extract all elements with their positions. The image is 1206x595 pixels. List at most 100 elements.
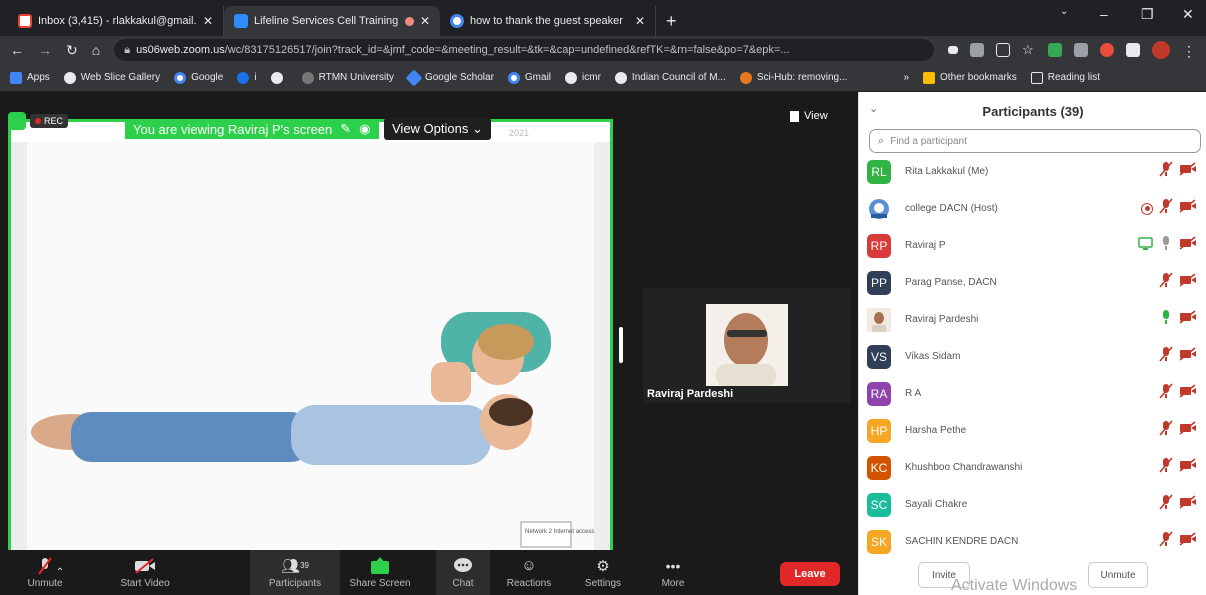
camera-icon[interactable]	[948, 46, 958, 54]
search-icon: ⌕	[878, 134, 885, 147]
meeting-toolbar: Unmute ⌃ Start Video 👥︎ 39 Participants S…	[0, 550, 858, 595]
bookmark-label: Sci-Hub: removing...	[756, 72, 848, 83]
new-tab-button[interactable]: +	[656, 6, 687, 36]
extension-icon[interactable]	[970, 43, 984, 57]
home-icon[interactable]: ⌂	[92, 42, 100, 58]
close-window-button[interactable]: ✕	[1182, 6, 1194, 23]
participant-row[interactable]: PP Parag Panse, DACN	[867, 264, 1201, 301]
extension-icon[interactable]	[1074, 43, 1088, 57]
participant-status-icons	[1159, 457, 1197, 478]
participant-status-icons	[1159, 161, 1197, 182]
share-icon[interactable]	[996, 43, 1010, 57]
back-icon[interactable]: ←	[10, 42, 24, 58]
participants-title: Participants (39)	[982, 104, 1084, 119]
bookmark-scholar[interactable]: Google Scholar	[405, 69, 494, 86]
tab-google-search[interactable]: how to thank the guest speaker ✕	[440, 6, 656, 36]
video-off-icon	[1179, 162, 1197, 181]
globe-icon	[270, 71, 283, 84]
bookmark-icmr[interactable]: icmr	[565, 71, 601, 84]
recording-indicator-icon	[404, 16, 414, 26]
reading-list[interactable]: Reading list	[1030, 71, 1100, 84]
mic-muted-icon	[1159, 198, 1173, 219]
extension-icon[interactable]	[1048, 43, 1062, 57]
panel-resize-handle[interactable]	[619, 327, 623, 363]
unmute-button[interactable]: Unmute	[0, 550, 90, 595]
bookmark-google[interactable]: Google	[174, 71, 223, 84]
participant-status-icons	[1159, 346, 1197, 367]
participant-row[interactable]: HP Harsha Pethe	[867, 412, 1201, 449]
settings-button[interactable]: ⚙ Settings	[568, 550, 638, 595]
menu-icon[interactable]: ⋮	[1182, 43, 1196, 59]
close-tab-icon[interactable]: ✕	[203, 14, 213, 28]
participant-search-input[interactable]: ⌕ Find a participant	[869, 129, 1201, 153]
view-button[interactable]: View	[790, 110, 828, 122]
mic-muted-icon	[1159, 383, 1173, 404]
more-button[interactable]: ••• More	[638, 550, 708, 595]
participant-row[interactable]: VS Vikas Sidam	[867, 338, 1201, 375]
restore-button[interactable]: ❐	[1141, 6, 1154, 23]
bookmarks-overflow-button[interactable]: »	[903, 72, 909, 83]
video-off-icon	[1179, 421, 1197, 440]
reactions-button[interactable]: ☺ Reactions	[490, 550, 568, 595]
university-icon	[301, 71, 314, 84]
participant-row[interactable]: RA R A	[867, 375, 1201, 412]
reactions-icon: ☺	[521, 557, 537, 574]
leave-button[interactable]: Leave	[780, 562, 840, 586]
participant-row[interactable]: SK SACHIN KENDRE DACN	[867, 523, 1201, 560]
bookmark-label: Google Scholar	[424, 72, 494, 83]
mic-muted-icon	[1159, 531, 1173, 552]
globe-icon	[614, 71, 627, 84]
video-off-icon	[1179, 236, 1197, 255]
bookmark-label: Indian Council of M...	[631, 72, 726, 83]
star-icon[interactable]: ☆	[1022, 43, 1036, 57]
pin-icon[interactable]: ✎	[340, 121, 351, 137]
participant-row[interactable]: SC Sayali Chakre	[867, 486, 1201, 523]
bookmark-rtmn[interactable]: RTMN University	[301, 71, 394, 84]
video-off-icon	[1179, 310, 1197, 329]
bookmark-gmail[interactable]: Gmail	[507, 71, 551, 84]
participant-row[interactable]: Raviraj Pardeshi	[867, 301, 1201, 338]
apps-grid-icon	[10, 71, 22, 84]
avatar-initials: RA	[870, 386, 888, 401]
tab-search-icon[interactable]: ⌄	[1060, 6, 1068, 17]
unmute-me-button[interactable]: Unmute	[1088, 562, 1148, 588]
tab-zoom[interactable]: Lifeline Services Cell Training ✕	[224, 6, 440, 36]
chat-button[interactable]: Chat	[436, 550, 490, 595]
close-tab-icon[interactable]: ✕	[635, 14, 645, 28]
recording-icon	[1141, 202, 1153, 215]
bookmark-scihub[interactable]: Sci-Hub: removing...	[739, 71, 848, 84]
url-field[interactable]: 🔒︎ us06web.zoom.us/wc/83175126517/join?t…	[114, 39, 934, 61]
close-tab-icon[interactable]: ✕	[420, 14, 430, 28]
forward-icon[interactable]: →	[38, 42, 52, 58]
extension-icon[interactable]	[1100, 43, 1114, 57]
profile-avatar-icon[interactable]	[1152, 41, 1170, 59]
tab-title: how to thank the guest speaker	[470, 15, 623, 27]
participants-button[interactable]: 👥︎ 39 Participants	[250, 550, 340, 595]
video-off-icon	[1179, 532, 1197, 551]
reload-icon[interactable]: ↻	[66, 42, 78, 59]
participant-row[interactable]: RL Rita Lakkakul (Me)	[867, 153, 1201, 190]
bookmark-i[interactable]: i	[237, 71, 257, 84]
bookmark-apps[interactable]: Apps	[10, 71, 50, 84]
bookmark-globe[interactable]	[270, 71, 288, 84]
tab-gmail[interactable]: Inbox (3,415) - rlakkakul@gmail. ✕	[8, 6, 224, 36]
mic-muted-icon	[1159, 346, 1173, 367]
puzzle-icon[interactable]	[1126, 43, 1140, 57]
minimize-button[interactable]: –	[1100, 6, 1108, 22]
start-video-button[interactable]: Start Video	[100, 550, 190, 595]
participant-name: Sayali Chakre	[905, 499, 968, 510]
avatar-initials: PP	[870, 275, 887, 290]
share-screen-button[interactable]: Share Screen	[340, 550, 420, 595]
bookmark-web-slice[interactable]: Web Slice Gallery	[63, 71, 161, 84]
other-bookmarks[interactable]: Other bookmarks	[923, 71, 1017, 84]
participant-row[interactable]: KC Khushboo Chandrawanshi	[867, 449, 1201, 486]
rec-label: REC	[44, 116, 64, 126]
bookmark-label: Web Slice Gallery	[80, 72, 161, 83]
share-screen-icon	[370, 556, 390, 575]
participant-row[interactable]: RP Raviraj P	[867, 227, 1201, 264]
audio-options-button[interactable]: ⌃	[50, 550, 70, 595]
bookmark-icmr-full[interactable]: Indian Council of M...	[614, 71, 726, 84]
google-icon	[450, 14, 464, 28]
participant-row[interactable]: college DACN (Host)	[867, 190, 1201, 227]
view-options-button[interactable]: View Options ⌄	[384, 118, 491, 140]
